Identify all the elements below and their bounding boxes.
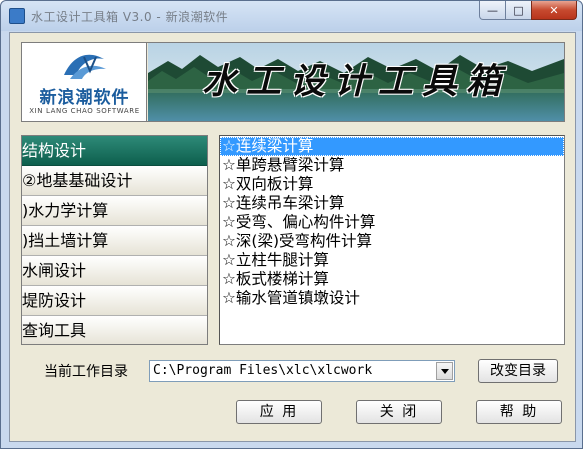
main-window: 水工设计工具箱 V3.0 - 新浪潮软件 — □ ✕ 新浪潮软件 XIN LAN…: [0, 0, 583, 449]
wave-logo-icon: [64, 54, 106, 79]
apply-button[interactable]: 应 用: [236, 400, 322, 424]
category-item-query-tools[interactable]: 查询工具: [22, 316, 207, 344]
dialog-client-area: 新浪潮软件 XIN LANG CHAO SOFTWARE 水工设计工具箱 结构设…: [9, 32, 576, 442]
program-item[interactable]: ☆连续吊车梁计算: [220, 194, 564, 213]
minimize-button[interactable]: —: [479, 1, 506, 20]
banner-scene-image: 水工设计工具箱: [148, 43, 564, 121]
app-icon: [9, 8, 25, 24]
category-item-foundation[interactable]: ②地基基础设计: [22, 166, 207, 196]
category-item-retaining-wall[interactable]: )挡土墙计算: [22, 226, 207, 256]
change-directory-button[interactable]: 改变目录: [478, 359, 558, 383]
workdir-label: 当前工作目录: [44, 364, 128, 380]
program-item[interactable]: ☆板式楼梯计算: [220, 270, 564, 289]
program-item[interactable]: ☆受弯、偏心构件计算: [220, 213, 564, 232]
program-item[interactable]: ☆单跨悬臂梁计算: [220, 156, 564, 175]
workdir-value[interactable]: C:\Program Files\xlc\xlcwork: [153, 363, 372, 378]
close-window-button[interactable]: ✕: [531, 1, 577, 20]
logo-chinese-name: 新浪潮软件: [39, 88, 130, 108]
category-item-levee[interactable]: 堤防设计: [22, 286, 207, 316]
maximize-button[interactable]: □: [505, 1, 532, 20]
close-icon: ✕: [549, 3, 559, 17]
program-item[interactable]: ☆深(梁)受弯构件计算: [220, 232, 564, 251]
dropdown-button[interactable]: [436, 362, 453, 380]
program-item[interactable]: ☆输水管道镇墩设计: [220, 289, 564, 308]
category-item-structure[interactable]: 结构设计: [22, 136, 207, 166]
banner: 新浪潮软件 XIN LANG CHAO SOFTWARE 水工设计工具箱: [21, 42, 565, 122]
program-item[interactable]: ☆立柱牛腿计算: [220, 251, 564, 270]
help-button[interactable]: 帮 助: [476, 400, 562, 424]
category-item-sluice[interactable]: 水闸设计: [22, 256, 207, 286]
category-item-hydraulics[interactable]: )水力学计算: [22, 196, 207, 226]
program-item[interactable]: ☆连续梁计算: [220, 137, 564, 156]
workdir-combobox[interactable]: C:\Program Files\xlc\xlcwork: [149, 360, 455, 382]
maximize-icon: □: [513, 3, 524, 17]
close-button[interactable]: 关 闭: [356, 400, 442, 424]
category-list[interactable]: 结构设计 ②地基基础设计 )水力学计算 )挡土墙计算 水闸设计 堤防设计 查询工…: [21, 135, 208, 345]
window-title: 水工设计工具箱 V3.0 - 新浪潮软件: [31, 10, 229, 24]
title-bar[interactable]: 水工设计工具箱 V3.0 - 新浪潮软件 — □ ✕: [1, 1, 582, 31]
chevron-down-icon: [440, 368, 449, 374]
logo-english-name: XIN LANG CHAO SOFTWARE: [29, 107, 140, 115]
program-item[interactable]: ☆双向板计算: [220, 175, 564, 194]
banner-title: 水工设计工具箱: [201, 61, 510, 102]
minimize-icon: —: [487, 3, 498, 17]
program-list[interactable]: ☆连续梁计算 ☆单跨悬臂梁计算 ☆双向板计算 ☆连续吊车梁计算 ☆受弯、偏心构件…: [219, 135, 565, 345]
company-logo: 新浪潮软件 XIN LANG CHAO SOFTWARE: [22, 43, 147, 121]
